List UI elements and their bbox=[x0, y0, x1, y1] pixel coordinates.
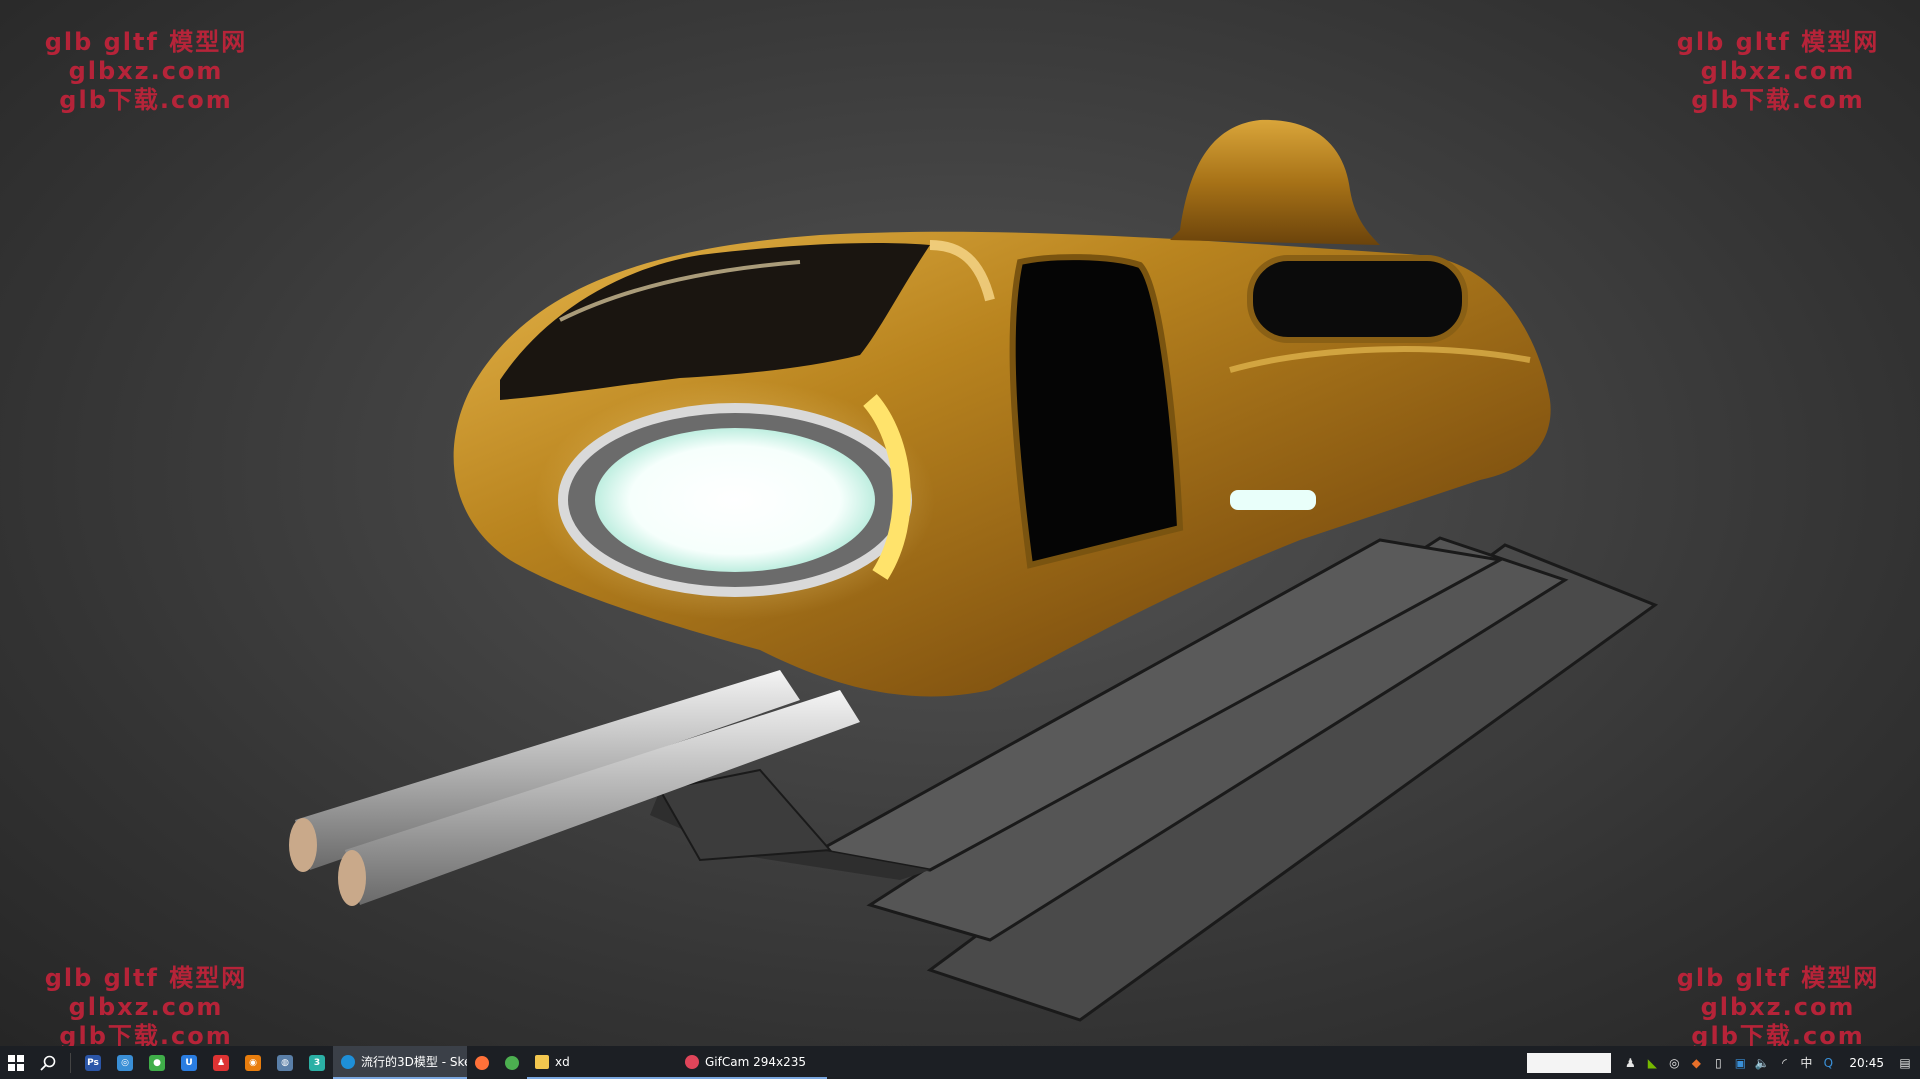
network-app-icon[interactable]: ◎ bbox=[1663, 1046, 1685, 1079]
cinema4d-icon-glyph: ◍ bbox=[277, 1054, 293, 1071]
wifi-icon[interactable]: ◜ bbox=[1773, 1046, 1795, 1079]
wechat-icon-glyph: ● bbox=[149, 1054, 165, 1071]
pinned-apps: Ps ◎ ● U ♟ ◉ ◍ 3 bbox=[77, 1046, 333, 1079]
task-label: GifCam 294x235 bbox=[705, 1054, 807, 1069]
wechat-icon[interactable]: ● bbox=[141, 1046, 173, 1079]
headlamp-lens bbox=[595, 428, 875, 572]
nvidia-icon[interactable]: ◣ bbox=[1641, 1046, 1663, 1079]
task-edge-sketchfab[interactable]: 流行的3D模型 - Sket... bbox=[333, 1046, 467, 1079]
shield-u-icon[interactable]: U bbox=[173, 1046, 205, 1079]
windows-logo-icon[interactable] bbox=[0, 1046, 32, 1079]
blender-icon[interactable]: ◉ bbox=[237, 1046, 269, 1079]
app-3-icon[interactable]: 3 bbox=[301, 1046, 333, 1079]
taskbar-separator bbox=[70, 1052, 71, 1073]
task-label: xd bbox=[555, 1054, 570, 1069]
3d-model-viewport[interactable]: glb gltf 模型网 glbxz.com glb下载.com glb glt… bbox=[0, 0, 1920, 1046]
watermark-line: glb gltf 模型网 bbox=[44, 964, 248, 992]
app-3-icon-glyph: 3 bbox=[309, 1054, 325, 1071]
volume-icon[interactable]: 🔈 bbox=[1751, 1046, 1773, 1079]
folder-icon bbox=[535, 1054, 549, 1069]
qq-browser-icon[interactable]: Q bbox=[1817, 1046, 1839, 1079]
watermark-line: glbxz.com bbox=[1700, 993, 1856, 1021]
qq-tray-icon[interactable]: ♟ bbox=[1619, 1046, 1641, 1079]
watermark-line: glb gltf 模型网 bbox=[1676, 28, 1880, 56]
chrome-icon bbox=[505, 1055, 519, 1070]
shield-u-icon-glyph: U bbox=[181, 1054, 197, 1071]
pod-door bbox=[1009, 254, 1184, 569]
gifcam-icon bbox=[685, 1054, 699, 1069]
photoshop-icon[interactable]: Ps bbox=[77, 1046, 109, 1079]
display-icon[interactable]: ▣ bbox=[1729, 1046, 1751, 1079]
browser-search-icon-glyph: ◎ bbox=[117, 1054, 133, 1071]
edge-icon bbox=[341, 1054, 355, 1069]
watermark-line: glbxz.com bbox=[68, 993, 224, 1021]
browser-search-icon[interactable]: ◎ bbox=[109, 1046, 141, 1079]
system-tray: ♟ ◣ ◎ ◆ ▯ ▣ 🔈 ◜ 中 Q 20:45 ▤ bbox=[1527, 1046, 1920, 1079]
security-app-icon[interactable]: ◆ bbox=[1685, 1046, 1707, 1079]
tray-input-box[interactable] bbox=[1527, 1052, 1612, 1073]
watermark-top-right: glb gltf 模型网 glbxz.com glb下载.com bbox=[1648, 28, 1908, 115]
pod-side-light bbox=[1230, 490, 1316, 510]
input-method-indicator[interactable]: 中 bbox=[1795, 1046, 1817, 1079]
watermark-line: glb下载.com bbox=[59, 1022, 233, 1046]
firefox-icon bbox=[475, 1055, 489, 1070]
clock[interactable]: 20:45 bbox=[1839, 1056, 1894, 1070]
watermark-line: glbxz.com bbox=[1700, 57, 1856, 85]
blender-icon-glyph: ◉ bbox=[245, 1054, 261, 1071]
notification-icon[interactable]: ▤ bbox=[1894, 1046, 1916, 1079]
watermark-line: glb gltf 模型网 bbox=[44, 28, 248, 56]
thruster-rod-1-cap bbox=[289, 818, 317, 872]
usb-icon[interactable]: ▯ bbox=[1707, 1046, 1729, 1079]
cinema4d-icon[interactable]: ◍ bbox=[269, 1046, 301, 1079]
pod-tail-fin bbox=[1170, 119, 1380, 245]
watermark-bottom-right: glb gltf 模型网 glbxz.com glb下载.com bbox=[1648, 964, 1908, 1046]
watermark-bottom-left: glb gltf 模型网 glbxz.com glb下载.com bbox=[16, 964, 276, 1046]
thruster-rod-2-cap bbox=[338, 850, 366, 906]
windows-taskbar: Ps ◎ ● U ♟ ◉ ◍ 3 流行的3D模型 - Sket... xd GifCam 294x… bbox=[0, 1046, 1920, 1079]
photoshop-icon-glyph: Ps bbox=[85, 1054, 101, 1071]
pod-side-window bbox=[1247, 255, 1468, 343]
watermark-line: glb gltf 模型网 bbox=[1676, 964, 1880, 992]
watermark-line: glb下载.com bbox=[59, 86, 233, 114]
watermark-line: glb下载.com bbox=[1691, 86, 1865, 114]
task-chrome[interactable] bbox=[497, 1046, 527, 1079]
hover-pod-model bbox=[289, 119, 1659, 1022]
watermark-line: glb下载.com bbox=[1691, 1022, 1865, 1046]
qq-penguin-icon-glyph: ♟ bbox=[213, 1054, 229, 1071]
open-tasks: 流行的3D模型 - Sket... xd GifCam 294x235 bbox=[333, 1046, 827, 1079]
search-icon[interactable] bbox=[32, 1046, 64, 1079]
watermark-top-left: glb gltf 模型网 glbxz.com glb下载.com bbox=[16, 28, 276, 115]
task-label: 流行的3D模型 - Sket... bbox=[361, 1055, 467, 1069]
task-folder-xd[interactable]: xd bbox=[527, 1046, 677, 1079]
qq-penguin-icon[interactable]: ♟ bbox=[205, 1046, 237, 1079]
task-firefox[interactable] bbox=[467, 1046, 497, 1079]
watermark-line: glbxz.com bbox=[68, 57, 224, 85]
task-gifcam[interactable]: GifCam 294x235 bbox=[677, 1046, 827, 1079]
